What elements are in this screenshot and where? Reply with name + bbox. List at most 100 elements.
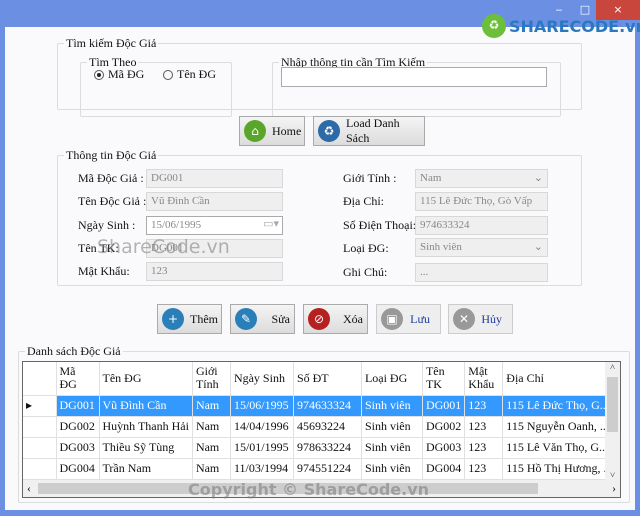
table-cell[interactable]: 974551224: [293, 458, 362, 480]
table-cell[interactable]: 978633224: [293, 437, 362, 459]
load-list-button[interactable]: ♻ Load Danh Sách: [313, 116, 425, 146]
search-input[interactable]: [281, 67, 547, 87]
sdt-field[interactable]: 974633324: [415, 216, 548, 235]
load-label: Load Danh Sách: [346, 116, 400, 145]
table-cell[interactable]: DG001: [422, 395, 466, 417]
table-cell[interactable]: DG003: [56, 437, 100, 459]
chevron-down-icon: ⌄: [533, 172, 543, 184]
table-cell[interactable]: Trần Nam: [99, 458, 193, 480]
table-cell[interactable]: DG002: [56, 416, 100, 438]
radio-ten-dg[interactable]: Tên ĐG: [163, 67, 216, 82]
table-cell[interactable]: 115 Lê Văn Thọ, G...: [502, 437, 617, 459]
plus-icon: +: [162, 308, 184, 330]
loai-select[interactable]: Sinh viên ⌄: [415, 238, 548, 257]
column-header[interactable]: Loại ĐG: [361, 362, 423, 396]
edit-button[interactable]: ✎ Sửa: [230, 304, 295, 334]
loai-label: Loại ĐG:: [343, 241, 389, 255]
dia-chi-field[interactable]: 115 Lê Đức Thọ, Gò Vấp: [415, 192, 548, 211]
column-header[interactable]: Ngày Sinh: [230, 362, 294, 396]
column-header[interactable]: Địa Chỉ: [502, 362, 617, 396]
ma-label: Mã Độc Giả :: [78, 171, 144, 185]
calendar-icon[interactable]: ▭▾: [263, 218, 279, 231]
table-cell[interactable]: DG004: [422, 458, 466, 480]
column-header[interactable]: Giới Tính: [192, 362, 231, 396]
save-label: Lưu: [410, 311, 430, 326]
table-row[interactable]: DG004 Trần Nam Nam 11/03/1994 974551224 Sinh …: [23, 458, 617, 480]
row-pointer-icon[interactable]: ▸: [23, 395, 57, 417]
info-group-title: Thông tin Độc Giả: [64, 148, 159, 163]
table-cell[interactable]: Sinh viên: [361, 395, 423, 417]
table-cell[interactable]: Huỳnh Thanh Hải: [99, 416, 193, 438]
table-cell[interactable]: Nam: [192, 458, 231, 480]
row-header[interactable]: [23, 458, 57, 480]
table-cell[interactable]: 11/03/1994: [230, 458, 294, 480]
gioi-tinh-select[interactable]: Nam ⌄: [415, 169, 548, 188]
forbidden-icon: ⊘: [308, 308, 330, 330]
table-cell[interactable]: DG001: [56, 395, 100, 417]
table-cell[interactable]: 123: [464, 395, 504, 417]
save-button[interactable]: ▣ Lưu: [376, 304, 441, 334]
table-cell[interactable]: Sinh viên: [361, 416, 423, 438]
add-button[interactable]: + Thêm: [157, 304, 222, 334]
table-row[interactable]: DG002 Huỳnh Thanh Hải Nam 14/04/1996 4569322…: [23, 416, 617, 438]
logo: ♻ SHARECODE.vn: [482, 14, 640, 38]
ghi-chu-field[interactable]: ...: [415, 263, 548, 282]
table-cell[interactable]: 123: [464, 416, 504, 438]
table-cell[interactable]: DG002: [422, 416, 466, 438]
table-cell[interactable]: 115 Hồ Thị Hương, ...: [502, 458, 617, 480]
ngay-sinh-picker[interactable]: 15/06/1995 ▭▾: [146, 216, 283, 235]
floppy-icon: ▣: [381, 308, 403, 330]
scroll-up-icon[interactable]: ˄: [605, 362, 620, 372]
table-cell[interactable]: 123: [464, 458, 504, 480]
chevron-down-icon: ⌄: [533, 241, 543, 253]
radio-label: Tên ĐG: [177, 67, 216, 81]
scroll-thumb[interactable]: [607, 377, 618, 432]
row-header[interactable]: [23, 437, 57, 459]
row-header[interactable]: [23, 416, 57, 438]
table-cell[interactable]: 974633324: [293, 395, 362, 417]
table-cell[interactable]: 115 Nguyễn Oanh, ...: [502, 416, 617, 438]
column-header[interactable]: Tên ĐG: [99, 362, 193, 396]
table-cell[interactable]: Sinh viên: [361, 437, 423, 459]
delete-button[interactable]: ⊘ Xóa: [303, 304, 368, 334]
table-cell[interactable]: Nam: [192, 395, 231, 417]
add-label: Thêm: [190, 311, 218, 326]
gioi-tinh-label: Giới Tính :: [343, 171, 397, 185]
column-header[interactable]: Mã ĐG: [56, 362, 100, 396]
home-label: Home: [272, 123, 302, 138]
table-cell[interactable]: 45693224: [293, 416, 362, 438]
column-header[interactable]: Số ĐT: [293, 362, 362, 396]
vertical-scrollbar[interactable]: ˄ ˅: [605, 362, 620, 480]
cancel-button[interactable]: ✕ Hủy: [448, 304, 513, 334]
table-row[interactable]: DG003 Thiều Sỹ Tùng Nam 15/01/1995 978633224…: [23, 437, 617, 459]
scroll-right-icon[interactable]: ›: [612, 481, 616, 496]
table-cell[interactable]: Vũ Đình Cần: [99, 395, 193, 417]
ma-field[interactable]: DG001: [146, 169, 283, 188]
mk-field[interactable]: 123: [146, 262, 283, 281]
table-cell[interactable]: Sinh viên: [361, 458, 423, 480]
watermark: Copyright © ShareCode.vn: [188, 480, 430, 499]
table-cell[interactable]: 123: [464, 437, 504, 459]
column-header[interactable]: Mật Khẩu: [464, 362, 504, 396]
table-cell[interactable]: Thiều Sỹ Tùng: [99, 437, 193, 459]
reader-grid[interactable]: Mã ĐG Tên ĐG Giới Tính Ngày Sinh Số ĐT Loại Đ…: [22, 361, 621, 498]
ten-field[interactable]: Vũ Đình Cần: [146, 192, 283, 211]
scroll-down-icon[interactable]: ˅: [605, 470, 620, 480]
row-header-corner: [23, 362, 57, 396]
radio-checked-icon: [94, 70, 104, 81]
table-cell[interactable]: DG003: [422, 437, 466, 459]
table-cell[interactable]: 115 Lê Đức Thọ, G...: [502, 395, 617, 417]
recycle-icon: ♻: [318, 120, 340, 142]
ngay-sinh-label: Ngày Sinh :: [78, 218, 136, 232]
table-row[interactable]: ▸ DG001 Vũ Đình Cần Nam 15/06/1995 974633324 S…: [23, 395, 617, 417]
table-cell[interactable]: 15/06/1995: [230, 395, 294, 417]
table-cell[interactable]: Nam: [192, 416, 231, 438]
table-cell[interactable]: DG004: [56, 458, 100, 480]
column-header[interactable]: Tên TK: [422, 362, 466, 396]
table-cell[interactable]: 14/04/1996: [230, 416, 294, 438]
radio-ma-dg[interactable]: Mã ĐG: [94, 67, 144, 82]
home-button[interactable]: ⌂ Home: [239, 116, 305, 146]
scroll-left-icon[interactable]: ‹: [27, 481, 31, 496]
table-cell[interactable]: 15/01/1995: [230, 437, 294, 459]
table-cell[interactable]: Nam: [192, 437, 231, 459]
